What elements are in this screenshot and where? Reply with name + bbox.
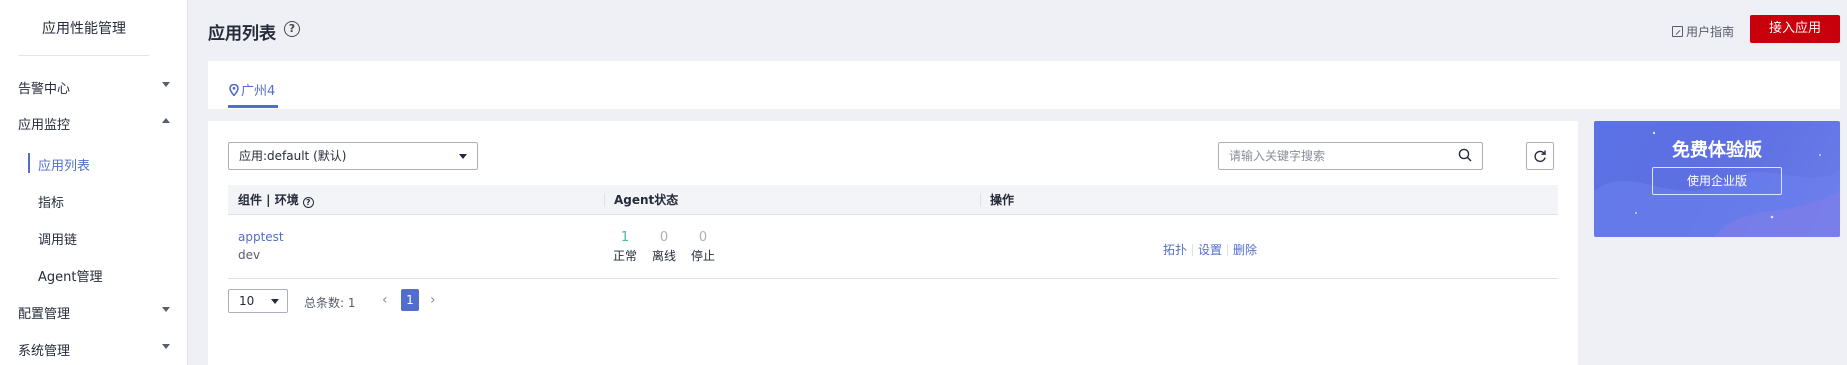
chevron-down-icon <box>459 154 467 159</box>
next-page-button[interactable]: › <box>430 292 436 308</box>
sidebar: 应用性能管理 告警中心 应用监控 应用列表 指标 调用链 Agent管理 配置管… <box>0 0 188 365</box>
page-size-value: 10 <box>239 294 255 308</box>
refresh-button[interactable] <box>1526 142 1554 170</box>
status-label: 离线 <box>651 249 676 263</box>
app-env: dev <box>238 248 261 262</box>
user-guide-label: 用户指南 <box>1686 25 1735 39</box>
promo-title: 免费体验版 <box>1672 140 1762 161</box>
delete-link[interactable]: 删除 <box>1233 241 1257 258</box>
sidebar-group-label: 配置管理 <box>18 307 71 322</box>
sidebar-item-trace[interactable]: 调用链 <box>38 229 77 248</box>
search-icon[interactable] <box>1458 148 1472 162</box>
status-offline: 0 离线 <box>649 230 679 264</box>
location-pin-icon <box>229 83 239 96</box>
use-enterprise-button[interactable]: 使用企业版 <box>1652 167 1782 195</box>
sidebar-group-system[interactable]: 系统管理 <box>18 340 178 359</box>
help-icon[interactable]: ? <box>284 21 300 37</box>
sidebar-item-agent-mgmt[interactable]: Agent管理 <box>38 266 102 285</box>
row-actions: 拓扑 设置 删除 <box>1163 241 1257 258</box>
sidebar-group-alarm[interactable]: 告警中心 <box>18 78 178 97</box>
user-guide-link[interactable]: 用户指南 <box>1672 23 1734 40</box>
sidebar-item-metrics[interactable]: 指标 <box>38 192 64 211</box>
promo-banner: 免费体验版 使用企业版 <box>1594 121 1840 237</box>
sidebar-group-config[interactable]: 配置管理 <box>18 303 178 322</box>
sidebar-item-app-list[interactable]: 应用列表 <box>38 155 90 174</box>
total-count: 总条数: 1 <box>304 296 356 310</box>
status-normal: 1 正常 <box>610 230 640 264</box>
chevron-down-icon <box>162 82 170 87</box>
sidebar-divider <box>18 55 149 56</box>
column-header-agent-status: Agent状态 <box>614 193 679 207</box>
app-select[interactable]: 应用:default (默认) <box>228 142 478 170</box>
sidebar-group-label: 系统管理 <box>18 344 71 359</box>
status-count: 0 <box>698 230 708 245</box>
tab-active-underline <box>228 105 278 108</box>
status-label: 停止 <box>690 249 715 263</box>
status-label: 正常 <box>612 249 637 263</box>
action-divider <box>1227 243 1229 256</box>
prev-page-button[interactable]: ‹ <box>382 292 388 308</box>
tab-region[interactable]: 广州4 <box>229 80 275 99</box>
search-box <box>1218 142 1483 170</box>
refresh-icon <box>1534 150 1546 163</box>
sidebar-group-label: 告警中心 <box>18 82 71 97</box>
app-select-value: 应用:default (默认) <box>239 149 347 163</box>
add-application-button[interactable]: 接入应用 <box>1750 15 1840 43</box>
status-count: 1 <box>620 230 630 245</box>
settings-link[interactable]: 设置 <box>1198 241 1222 258</box>
column-header-component: 组件 | 环境? <box>228 185 314 215</box>
page-number-current[interactable]: 1 <box>401 289 419 311</box>
chevron-down-icon <box>162 344 170 349</box>
table-row: apptest dev 1 正常 0 离线 0 停止 拓扑 设置 删除 <box>228 216 1558 279</box>
sidebar-group-app-monitor[interactable]: 应用监控 <box>18 114 178 133</box>
search-input[interactable] <box>1219 143 1439 169</box>
page-title: 应用列表 <box>208 24 276 44</box>
table-header: 组件 | 环境? Agent状态 操作 <box>228 185 1558 215</box>
chevron-down-icon <box>271 299 279 304</box>
sidebar-group-label: 应用监控 <box>18 118 71 133</box>
region-tab-label: 广州4 <box>241 84 276 99</box>
app-name-link[interactable]: apptest <box>238 230 284 244</box>
column-header-actions: 操作 <box>990 193 1015 207</box>
page-size-select[interactable]: 10 <box>228 289 288 313</box>
status-count: 0 <box>659 230 669 245</box>
active-indicator <box>28 153 30 173</box>
edit-icon <box>1672 26 1683 37</box>
sidebar-title: 应用性能管理 <box>42 21 126 37</box>
topology-link[interactable]: 拓扑 <box>1163 241 1187 258</box>
help-icon[interactable]: ? <box>302 197 314 208</box>
region-tabs: 广州4 <box>208 61 1840 109</box>
action-divider <box>1192 243 1194 256</box>
status-stopped: 0 停止 <box>688 230 718 264</box>
chevron-up-icon <box>162 118 170 123</box>
chevron-down-icon <box>162 307 170 312</box>
app-list-panel: 应用:default (默认) 组件 | 环境? Agent状态 操作 appt… <box>208 121 1578 365</box>
